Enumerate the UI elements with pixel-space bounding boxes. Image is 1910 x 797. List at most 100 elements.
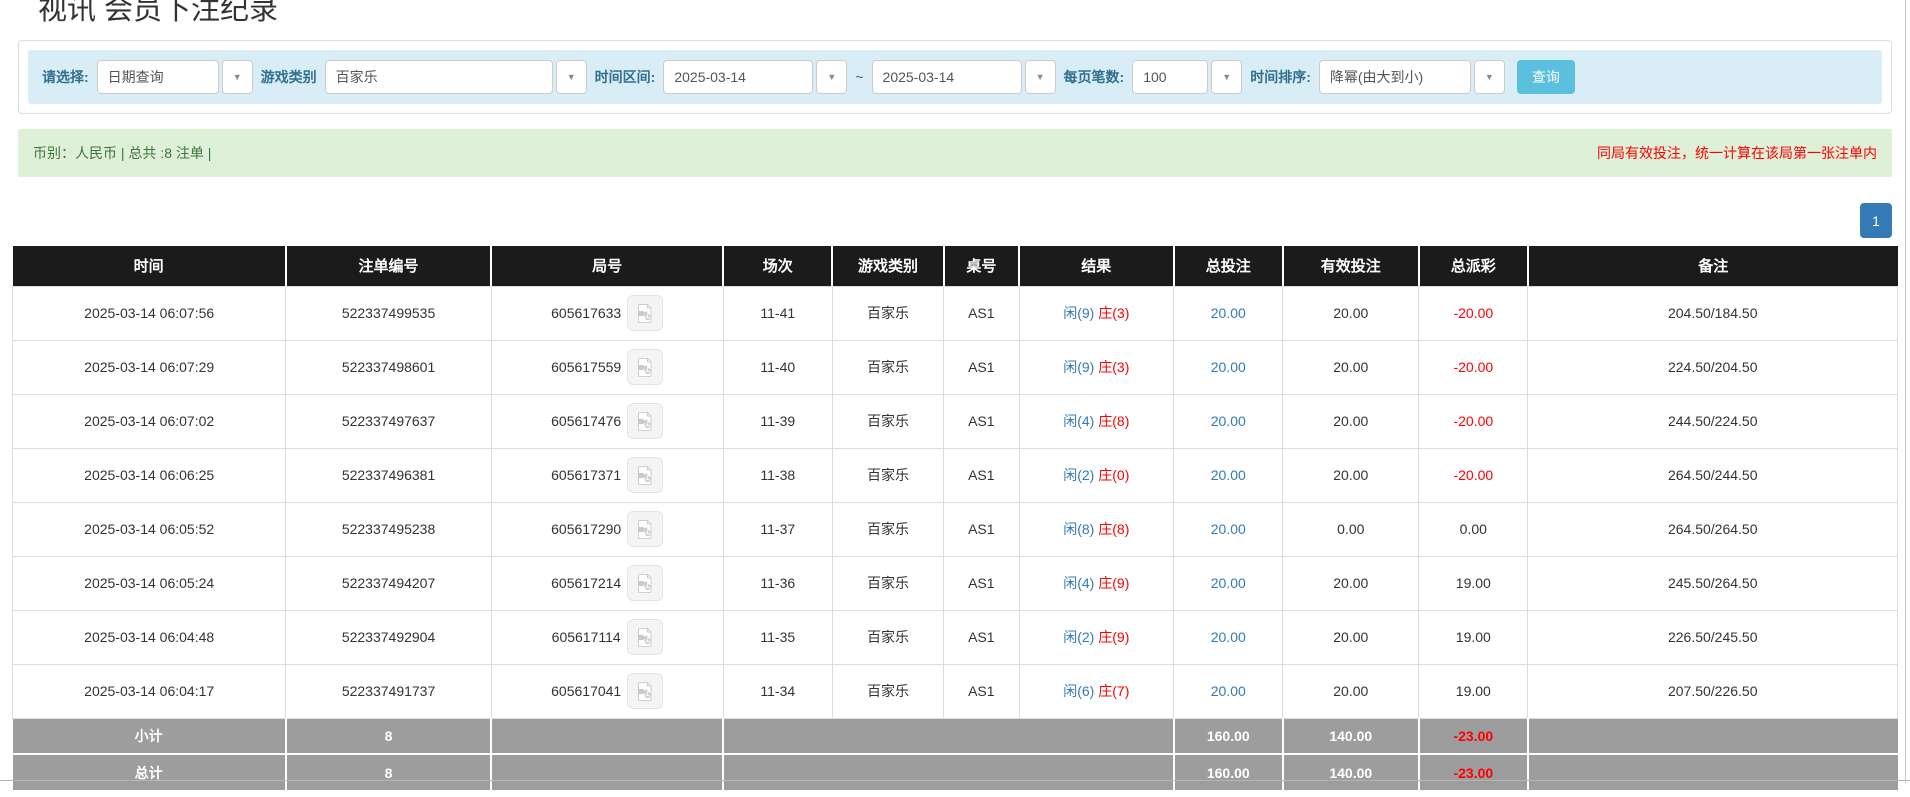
note-cell: 226.50/245.50 — [1528, 610, 1898, 664]
payout-cell: 19.00 — [1419, 610, 1528, 664]
table-header-row: 时间注单编号局号场次游戏类别桌号结果总投注有效投注总派彩备注 — [13, 246, 1898, 286]
viewport-bottom-edge — [0, 780, 1910, 781]
total-label-cell: 总计 — [13, 754, 286, 790]
chevron-down-icon[interactable]: ▼ — [816, 60, 847, 94]
round-id-value: 605617633 — [551, 305, 621, 321]
film-icon — [634, 680, 656, 702]
valid-bet-cell: 20.00 — [1283, 664, 1419, 718]
round-id-value: 605617114 — [552, 629, 621, 645]
round-id-group: 605617559 — [551, 349, 663, 385]
bet-time-cell: 2025-03-14 06:07:02 — [13, 394, 286, 448]
page-size-label: 每页笔数: — [1064, 67, 1125, 87]
note-cell: 207.50/226.50 — [1528, 664, 1898, 718]
date-to-select[interactable]: 2025-03-14 ▼ — [872, 60, 1056, 94]
bet-id-cell: 522337496381 — [286, 448, 491, 502]
round-id-value: 605617290 — [551, 521, 621, 537]
result-cell: 闲(4) 庄(8) — [1019, 394, 1174, 448]
total-bet-sum-cell: 160.00 — [1174, 718, 1283, 754]
round-id-group: 605617290 — [551, 511, 663, 547]
game-type-cell: 百家乐 — [832, 340, 943, 394]
payout-sum-cell: -23.00 — [1419, 754, 1528, 790]
game-type-select[interactable]: 百家乐 ▼ — [325, 60, 587, 94]
video-replay-button[interactable] — [627, 349, 663, 385]
column-header: 总投注 — [1174, 246, 1283, 286]
session-cell: 11-37 — [723, 502, 832, 556]
column-header: 备注 — [1528, 246, 1898, 286]
table-row: 2025-03-14 06:07:56522337499535605617633… — [13, 286, 1898, 340]
video-replay-button[interactable] — [627, 619, 663, 655]
game-type-cell: 百家乐 — [832, 286, 943, 340]
total-bet-cell[interactable]: 20.00 — [1174, 556, 1283, 610]
page-size-select[interactable]: 100 ▼ — [1132, 60, 1242, 94]
result-cell: 闲(2) 庄(0) — [1019, 448, 1174, 502]
date-from-select[interactable]: 2025-03-14 ▼ — [663, 60, 847, 94]
round-id-value: 605617559 — [551, 359, 621, 375]
total-bet-cell[interactable]: 20.00 — [1174, 664, 1283, 718]
column-header: 结果 — [1019, 246, 1174, 286]
filter-panel: 请选择: 日期查询 ▼ 游戏类别 百家乐 ▼ 时间区间: 2025-03-14 … — [18, 40, 1892, 114]
sort-order-select[interactable]: 降幂(由大到小) ▼ — [1319, 60, 1505, 94]
round-id-group: 605617114 — [552, 619, 663, 655]
total-bet-cell[interactable]: 20.00 — [1174, 394, 1283, 448]
result-cell: 闲(9) 庄(3) — [1019, 340, 1174, 394]
total-bet-cell[interactable]: 20.00 — [1174, 340, 1283, 394]
chevron-down-icon[interactable]: ▼ — [222, 60, 253, 94]
betting-records-table: 时间注单编号局号场次游戏类别桌号结果总投注有效投注总派彩备注 2025-03-1… — [12, 246, 1898, 790]
round-id-cell: 605617214 — [491, 556, 723, 610]
result-cell: 闲(2) 庄(9) — [1019, 610, 1174, 664]
note-cell: 245.50/264.50 — [1528, 556, 1898, 610]
viewport-right-edge — [1905, 0, 1906, 783]
total-bet-cell[interactable]: 20.00 — [1174, 610, 1283, 664]
chevron-down-icon[interactable]: ▼ — [1474, 60, 1505, 94]
video-replay-button[interactable] — [627, 403, 663, 439]
chevron-down-icon[interactable]: ▼ — [556, 60, 587, 94]
video-replay-button[interactable] — [627, 673, 663, 709]
time-range-label: 时间区间: — [595, 67, 656, 87]
film-icon — [634, 626, 656, 648]
chevron-down-icon[interactable]: ▼ — [1211, 60, 1242, 94]
valid-bet-sum-cell: 140.00 — [1283, 754, 1419, 790]
query-type-select[interactable]: 日期查询 ▼ — [97, 60, 253, 94]
table-id-cell: AS1 — [944, 394, 1019, 448]
bet-id-cell: 522337499535 — [286, 286, 491, 340]
result-cell: 闲(4) 庄(9) — [1019, 556, 1174, 610]
film-icon — [634, 464, 656, 486]
valid-bet-cell: 20.00 — [1283, 556, 1419, 610]
table-id-cell: AS1 — [944, 448, 1019, 502]
total-empty-cell — [723, 718, 1173, 754]
banker-result: 庄(9) — [1098, 629, 1129, 645]
video-replay-button[interactable] — [627, 295, 663, 331]
video-replay-button[interactable] — [627, 565, 663, 601]
player-result: 闲(6) — [1063, 683, 1094, 699]
round-id-cell: 605617290 — [491, 502, 723, 556]
total-empty-cell — [491, 718, 723, 754]
search-button[interactable]: 查询 — [1517, 60, 1575, 94]
chevron-down-icon[interactable]: ▼ — [1025, 60, 1056, 94]
total-bet-cell[interactable]: 20.00 — [1174, 448, 1283, 502]
note-cell: 204.50/184.50 — [1528, 286, 1898, 340]
total-bet-cell[interactable]: 20.00 — [1174, 286, 1283, 340]
result-cell: 闲(6) 庄(7) — [1019, 664, 1174, 718]
round-id-group: 605617041 — [551, 673, 663, 709]
bet-time-cell: 2025-03-14 06:05:52 — [13, 502, 286, 556]
round-id-cell: 605617371 — [491, 448, 723, 502]
session-cell: 11-39 — [723, 394, 832, 448]
page-1-button[interactable]: 1 — [1860, 203, 1892, 238]
bet-time-cell: 2025-03-14 06:05:24 — [13, 556, 286, 610]
round-id-group: 605617633 — [551, 295, 663, 331]
player-result: 闲(9) — [1063, 305, 1094, 321]
column-header: 桌号 — [944, 246, 1019, 286]
summary-bar: 币别：人民币 | 总共 :8 注单 | 同局有效投注，统一计算在该局第一张注单内 — [18, 129, 1892, 177]
payout-cell: -20.00 — [1419, 394, 1528, 448]
table-row: 2025-03-14 06:05:52522337495238605617290… — [13, 502, 1898, 556]
table-id-cell: AS1 — [944, 502, 1019, 556]
video-replay-button[interactable] — [627, 511, 663, 547]
payout-cell: -20.00 — [1419, 340, 1528, 394]
column-header: 总派彩 — [1419, 246, 1528, 286]
table-id-cell: AS1 — [944, 556, 1019, 610]
round-id-group: 605617214 — [551, 565, 663, 601]
video-replay-button[interactable] — [627, 457, 663, 493]
table-row: 2025-03-14 06:06:25522337496381605617371… — [13, 448, 1898, 502]
session-cell: 11-34 — [723, 664, 832, 718]
total-bet-cell[interactable]: 20.00 — [1174, 502, 1283, 556]
